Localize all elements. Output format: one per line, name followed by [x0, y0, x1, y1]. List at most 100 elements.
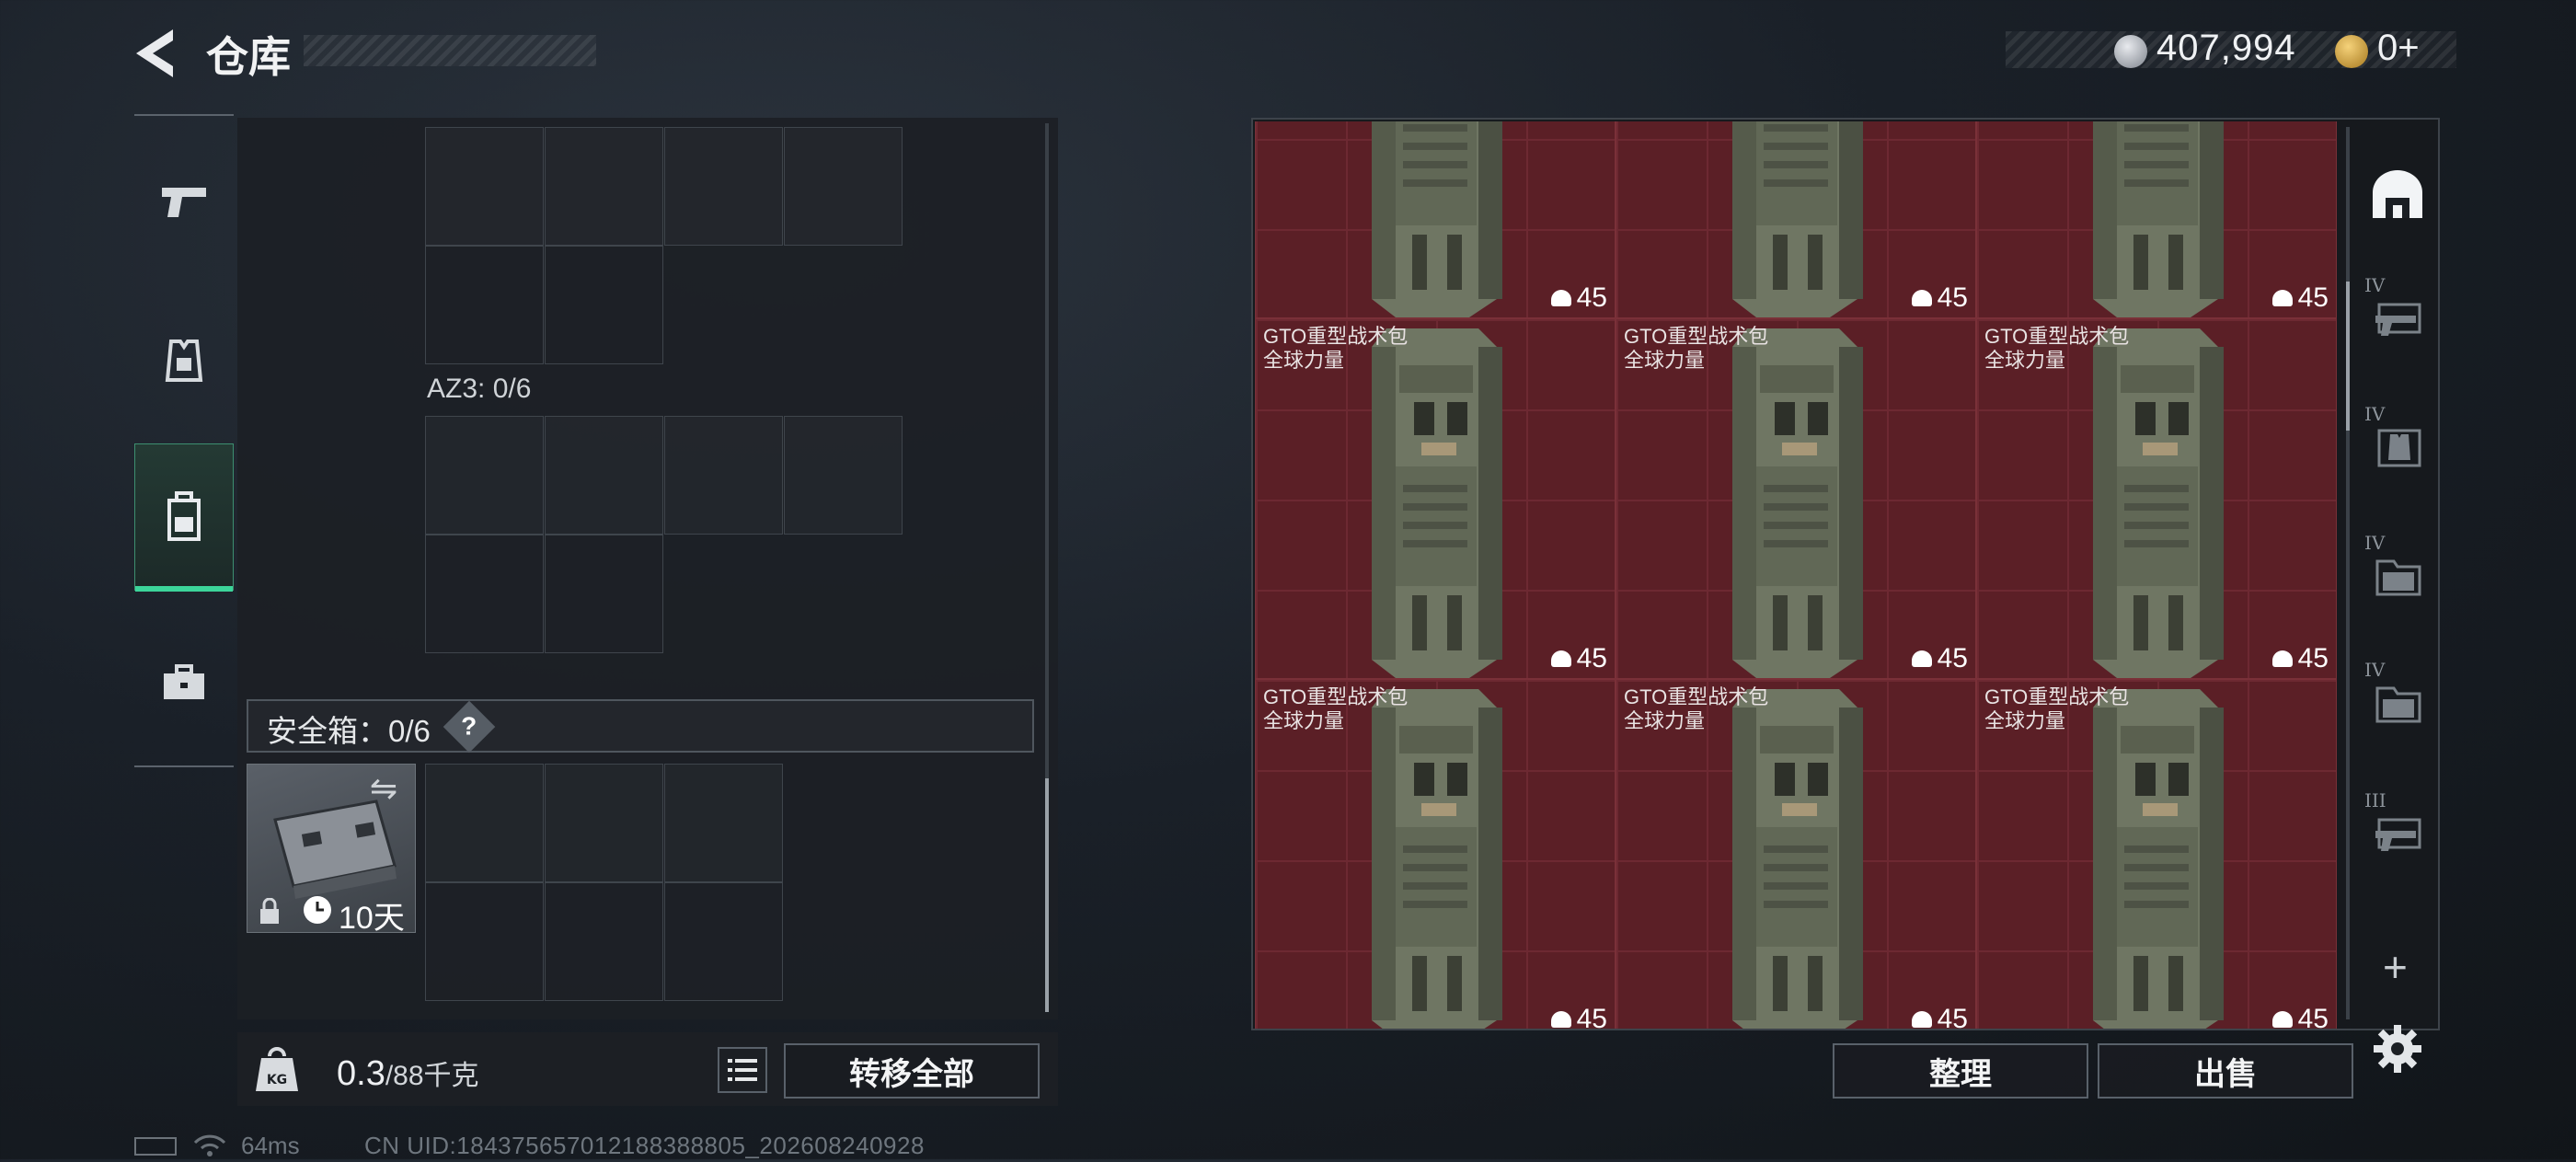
backpack-item-image	[1359, 689, 1515, 1029]
item-name: GTO重型战术包 全球力量	[1624, 685, 1769, 732]
loadout-scroll-thumb[interactable]	[1045, 778, 1049, 1012]
stash-home-icon	[2373, 170, 2422, 218]
help-icon: ?	[461, 711, 477, 741]
stash-item-tile[interactable]: GTO重型战术包全球力量 45	[1255, 121, 1616, 318]
case-icon	[164, 664, 204, 699]
item-count: 45	[2271, 1004, 2329, 1029]
stash-item-tile[interactable]: GTO重型战术包全球力量 45	[1976, 121, 2337, 318]
token-amount[interactable]: 0+	[2377, 28, 2420, 69]
gear-icon	[2374, 1025, 2421, 1073]
gun-stash-icon	[2375, 303, 2421, 336]
grid-slot[interactable]	[784, 127, 903, 246]
stash-tab-3[interactable]: IV	[2361, 392, 2434, 502]
svg-text:KG: KG	[267, 1073, 287, 1087]
settings-button[interactable]	[2372, 1023, 2423, 1075]
grid-slot[interactable]	[545, 127, 663, 246]
stash-tab-5[interactable]: IV	[2361, 648, 2434, 758]
pistol-icon	[162, 188, 206, 217]
helmet-icon	[2271, 650, 2293, 667]
weight-max: /88千克	[385, 1061, 479, 1091]
stash-scroll-thumb[interactable]	[2346, 282, 2350, 431]
grid-slot[interactable]	[425, 535, 544, 653]
backpack-item-image	[1719, 689, 1876, 1029]
stash-item-tile[interactable]: GTO重型战术包全球力量 45	[1616, 318, 1976, 679]
stash-tab-home[interactable]	[2361, 138, 2434, 248]
sort-button[interactable]: 整理	[1833, 1043, 2088, 1099]
container-grid-upper	[425, 127, 903, 364]
backpack-item-image	[2080, 328, 2237, 678]
tab-tier: III	[2364, 789, 2386, 811]
helmet-icon	[2271, 290, 2293, 306]
helmet-icon	[1550, 1011, 1571, 1028]
item-count: 45	[1550, 1004, 1607, 1029]
sell-button[interactable]: 出售	[2098, 1043, 2353, 1099]
stash-item-tile[interactable]: GTO重型战术包全球力量 45	[1976, 679, 2337, 1029]
helmet-icon	[1911, 1011, 1932, 1028]
grid-slot[interactable]	[425, 127, 544, 246]
grid-slot[interactable]	[425, 246, 544, 364]
lock-icon	[258, 897, 282, 932]
stash-item-tile[interactable]: GTO重型战术包全球力量 45	[1255, 679, 1616, 1029]
safe-box-label: 安全箱：0/6	[267, 714, 431, 748]
backpack-icon	[167, 491, 201, 541]
grid-slot[interactable]	[664, 416, 783, 535]
stash-tab-6[interactable]: III	[2361, 778, 2434, 889]
stash-item-tile[interactable]: GTO重型战术包全球力量 45	[1255, 318, 1616, 679]
weight-current: 0.3	[337, 1054, 385, 1093]
category-backpacks[interactable]	[134, 443, 234, 592]
grid-slot[interactable]	[545, 246, 663, 364]
category-cases[interactable]	[134, 609, 234, 756]
grid-slot[interactable]	[545, 535, 663, 653]
coin-icon	[2114, 35, 2147, 68]
az3-label: AZ3: 0/6	[427, 374, 532, 404]
battery-icon	[134, 1137, 177, 1156]
weight-icon: KG	[254, 1043, 300, 1095]
wifi-icon	[191, 1133, 228, 1162]
helmet-icon	[1911, 650, 1932, 667]
list-view-button[interactable]	[718, 1047, 767, 1093]
grid-slot[interactable]	[545, 764, 663, 882]
backpack-item-image	[2080, 689, 2237, 1029]
token-icon	[2335, 35, 2368, 68]
back-button[interactable]	[129, 26, 188, 81]
stash-item-tile[interactable]: GTO重型战术包全球力量 45	[1616, 679, 1976, 1029]
grid-slot[interactable]	[664, 882, 783, 1001]
transfer-all-button[interactable]: 转移全部	[784, 1043, 1040, 1099]
grid-slot[interactable]	[664, 127, 783, 246]
helmet-icon	[1550, 650, 1571, 667]
tab-tier: IV	[2364, 274, 2386, 296]
vest-icon	[165, 339, 203, 382]
armor-stash-icon	[2377, 429, 2421, 467]
item-name: GTO重型战术包 全球力量	[1984, 685, 2130, 732]
folder-stash-icon	[2375, 559, 2421, 596]
category-armor[interactable]	[134, 287, 234, 434]
add-stash-button[interactable]: +	[2383, 942, 2408, 992]
grid-slot[interactable]	[545, 416, 663, 535]
backpack-item-image	[1719, 121, 1876, 317]
stash-tab-2[interactable]: IV	[2361, 263, 2434, 374]
backpack-item-image	[1719, 328, 1876, 678]
item-name: GTO重型战术包 全球力量	[1263, 325, 1409, 372]
stash-item-tile[interactable]: GTO重型战术包全球力量 45	[1616, 121, 1976, 318]
stash-tab-4[interactable]: IV	[2361, 521, 2434, 631]
grid-slot[interactable]	[425, 416, 544, 535]
grid-slot[interactable]	[425, 764, 544, 882]
helmet-icon	[1550, 290, 1571, 306]
folder-stash-icon	[2375, 686, 2421, 723]
swap-icon[interactable]: ⇋	[370, 769, 397, 808]
grid-slot[interactable]	[545, 882, 663, 1001]
helmet-icon	[2271, 1011, 2293, 1028]
grid-slot[interactable]	[425, 882, 544, 1001]
grid-slot[interactable]	[664, 764, 783, 882]
grid-slot[interactable]	[784, 416, 903, 535]
stash-scrollbar[interactable]	[2346, 127, 2350, 1019]
user-uid: CN UID:184375657012188388805_20260824092…	[364, 1132, 925, 1159]
backpack-item-image	[2080, 121, 2237, 317]
item-count: 45	[1911, 1004, 1968, 1029]
tab-tier: IV	[2364, 403, 2386, 425]
ping-readout: 64ms	[241, 1132, 300, 1159]
category-weapons[interactable]	[134, 129, 234, 276]
list-icon	[728, 1059, 757, 1081]
title-decoration	[304, 35, 596, 66]
stash-item-tile[interactable]: GTO重型战术包全球力量 45	[1976, 318, 2337, 679]
